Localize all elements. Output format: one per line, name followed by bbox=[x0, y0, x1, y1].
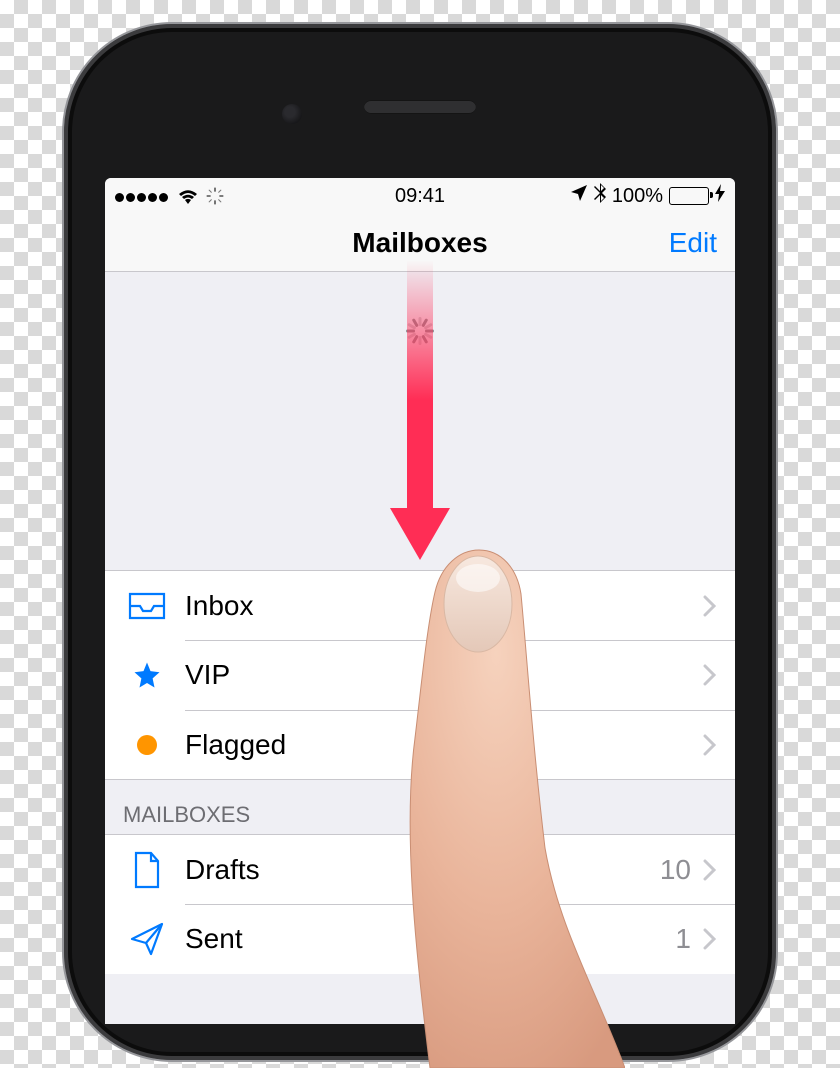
wifi-icon bbox=[176, 187, 200, 205]
mailbox-label: Inbox bbox=[185, 590, 703, 622]
earpiece bbox=[364, 100, 476, 114]
bluetooth-icon bbox=[594, 183, 606, 209]
chevron-right-icon bbox=[703, 734, 717, 756]
battery-percent: 100% bbox=[612, 185, 663, 208]
refresh-spinner-icon bbox=[403, 314, 437, 348]
chevron-right-icon bbox=[703, 928, 717, 950]
front-camera bbox=[282, 104, 302, 124]
chevron-right-icon bbox=[703, 595, 717, 617]
mailbox-label: Flagged bbox=[185, 729, 703, 761]
drafts-icon bbox=[123, 851, 171, 889]
status-time: 09:41 bbox=[395, 185, 445, 208]
pull-to-refresh[interactable] bbox=[105, 272, 735, 570]
edit-button[interactable]: Edit bbox=[669, 227, 717, 259]
status-bar: 09:41 100% bbox=[105, 178, 735, 214]
phone-frame: 09:41 100% Mailboxes Edit bbox=[62, 22, 778, 1062]
location-arrow-icon bbox=[570, 184, 588, 208]
mailbox-count: 1 bbox=[675, 923, 691, 955]
chevron-right-icon bbox=[703, 664, 717, 686]
mailbox-vip[interactable]: VIP bbox=[105, 640, 735, 710]
sent-icon bbox=[123, 921, 171, 957]
chevron-right-icon bbox=[703, 859, 717, 881]
section-header-mailboxes: MAILBOXES bbox=[105, 780, 735, 834]
page-title: Mailboxes bbox=[352, 227, 487, 259]
mailbox-label: Drafts bbox=[185, 854, 660, 886]
mailbox-sent[interactable]: Sent 1 bbox=[105, 904, 735, 974]
mailbox-label: Sent bbox=[185, 923, 675, 955]
inbox-icon bbox=[123, 592, 171, 620]
nav-bar: Mailboxes Edit bbox=[105, 214, 735, 272]
screen: 09:41 100% Mailboxes Edit bbox=[105, 178, 735, 1024]
network-activity-icon bbox=[206, 187, 224, 205]
signal-dots-icon bbox=[115, 185, 170, 208]
mailbox-count: 10 bbox=[660, 854, 691, 886]
star-icon bbox=[123, 660, 171, 690]
mailbox-drafts[interactable]: Drafts 10 bbox=[105, 834, 735, 904]
mailbox-flagged[interactable]: Flagged bbox=[105, 710, 735, 780]
mailbox-label: VIP bbox=[185, 659, 703, 691]
mailbox-list[interactable]: Inbox VIP Flagged bbox=[105, 272, 735, 1024]
charging-bolt-icon bbox=[715, 184, 725, 208]
flag-dot-icon bbox=[123, 735, 171, 755]
mailbox-inbox[interactable]: Inbox bbox=[105, 570, 735, 640]
battery-icon bbox=[669, 187, 709, 205]
